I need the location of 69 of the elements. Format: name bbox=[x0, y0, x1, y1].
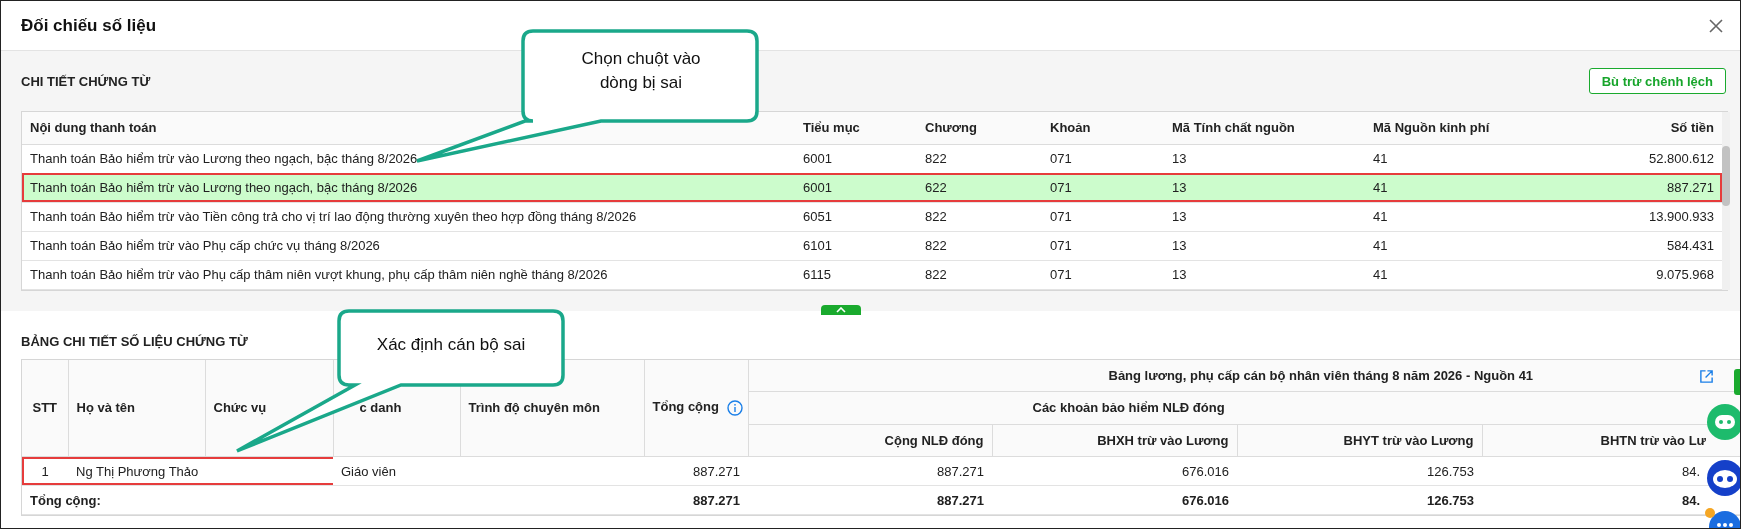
table-cell: 071 bbox=[1042, 231, 1164, 260]
chevron-up-icon bbox=[836, 306, 846, 313]
table-cell: 676.016 bbox=[992, 456, 1237, 486]
group-header: Bảng lương, phụ cấp cán bộ nhân viên tháng 8 năm 2026 - Nguồn 41 bbox=[748, 359, 1740, 392]
table-cell: 13 bbox=[1164, 202, 1365, 231]
chatbot-icon[interactable] bbox=[1706, 403, 1740, 441]
external-link-icon[interactable] bbox=[1699, 368, 1715, 384]
total-cell: 887.271 bbox=[644, 485, 748, 515]
column-header: STT bbox=[22, 359, 68, 457]
table-cell: Ng Thị Phương Thảo bbox=[68, 456, 205, 486]
column-header: Khoản bbox=[1042, 112, 1164, 144]
table-cell: 887.271 bbox=[748, 456, 992, 486]
total-cell: 126.753 bbox=[1237, 485, 1482, 515]
total-cell: 676.016 bbox=[992, 485, 1237, 515]
table-cell: 622 bbox=[917, 173, 1042, 202]
collapse-button[interactable] bbox=[821, 304, 861, 315]
table-cell: 6115 bbox=[795, 260, 917, 289]
column-header: Số tiền bbox=[1565, 112, 1722, 144]
subgroup-header: Các khoản bảo hiểm NLĐ đóng bbox=[748, 391, 1740, 425]
table-row[interactable]: Thanh toán Bảo hiểm trừ vào Lương theo ngạch, bậc tháng 8/2026 6001 822 071 13 41 52.800.612 bbox=[22, 144, 1722, 173]
table-cell: 822 bbox=[917, 260, 1042, 289]
column-header: Tổng cộng bbox=[644, 359, 748, 457]
table-row[interactable]: Thanh toán Bảo hiểm trừ vào Tiền công trả cho vị trí lao động thường xuyên theo hợp đồng tháng 8/2026 6051 822 071 13 41 13.900.933 bbox=[22, 202, 1722, 231]
table-cell: 071 bbox=[1042, 173, 1164, 202]
column-header: Mã Nguồn kinh phí bbox=[1365, 112, 1565, 144]
robot-icon[interactable] bbox=[1706, 459, 1740, 497]
table-cell: Thanh toán Bảo hiểm trừ vào Phụ cấp chức vụ tháng 8/2026 bbox=[22, 231, 795, 260]
table-cell: 13 bbox=[1164, 231, 1365, 260]
table-cell: 071 bbox=[1042, 202, 1164, 231]
table-cell: Thanh toán Bảo hiểm trừ vào Lương theo ngạch, bậc tháng 8/2026 bbox=[22, 173, 795, 202]
table-cell: 887.271 bbox=[644, 456, 748, 486]
total-label: Tổng cộng: bbox=[22, 485, 644, 515]
column-header: Cộng NLĐ đóng bbox=[748, 424, 992, 457]
table-row[interactable]: Thanh toán Bảo hiểm trừ vào Phụ cấp chức vụ tháng 8/2026 6101 822 071 13 41 584.431 bbox=[22, 231, 1722, 260]
table-cell: 6051 bbox=[795, 202, 917, 231]
info-icon[interactable] bbox=[726, 400, 743, 417]
table-row[interactable]: Thanh toán Bảo hiểm trừ vào Phụ cấp thâm niên vượt khung, phụ cấp thâm niên nghề tháng 8/2026 6115 822 071 13 41 9.075.968 bbox=[22, 260, 1722, 289]
table-cell: 13 bbox=[1164, 173, 1365, 202]
column-header: BHYT trừ vào Lương bbox=[1237, 424, 1482, 457]
table-cell: 822 bbox=[917, 202, 1042, 231]
total-cell: 887.271 bbox=[748, 485, 992, 515]
table-cell: 41 bbox=[1365, 202, 1565, 231]
table-cell: Thanh toán Bảo hiểm trừ vào Tiền công trả cho vị trí lao động thường xuyên theo hợp đồng tháng 8/2026 bbox=[22, 202, 795, 231]
column-header: Họ và tên bbox=[68, 359, 205, 457]
table-cell: 1 bbox=[22, 456, 68, 486]
column-header: Tiểu mục bbox=[795, 112, 917, 144]
table-cell: 41 bbox=[1365, 231, 1565, 260]
table-cell: 071 bbox=[1042, 260, 1164, 289]
section-title: BẢNG CHI TIẾT SỐ LIỆU CHỨNG TỪ bbox=[21, 333, 248, 349]
callout-text: Chọn chuột vào dòng bị sai bbox=[580, 48, 702, 94]
table-cell: Giáo viên bbox=[333, 456, 460, 486]
dialog-title: Đối chiếu số liệu bbox=[21, 15, 157, 36]
column-header: Chương bbox=[917, 112, 1042, 144]
table-cell: 126.753 bbox=[1237, 456, 1482, 486]
table-row[interactable]: Thanh toán Bảo hiểm trừ vào Lương theo ngạch, bậc tháng 8/2026 6001 622 071 13 41 887.271 bbox=[22, 173, 1722, 202]
chat-icon[interactable] bbox=[1702, 507, 1740, 528]
column-header: Mã Tính chất nguồn bbox=[1164, 112, 1365, 144]
table-cell: Thanh toán Bảo hiểm trừ vào Phụ cấp thâm niên vượt khung, phụ cấp thâm niên nghề tháng 8/2026 bbox=[22, 260, 795, 289]
table-cell: 41 bbox=[1365, 260, 1565, 289]
callout-text: Xác định cán bộ sai bbox=[375, 334, 527, 356]
table-cell: 822 bbox=[917, 231, 1042, 260]
scrollbar-thumb[interactable] bbox=[1722, 146, 1730, 206]
column-header: BHXH trừ vào Lương bbox=[992, 424, 1237, 457]
section-title: CHI TIẾT CHỨNG TỪ bbox=[21, 73, 151, 89]
table-cell: 13 bbox=[1164, 260, 1365, 289]
table-cell: 6001 bbox=[795, 173, 917, 202]
column-header: Chức vụ bbox=[205, 359, 333, 457]
table-cell: 6101 bbox=[795, 231, 917, 260]
table-cell: 41 bbox=[1365, 173, 1565, 202]
